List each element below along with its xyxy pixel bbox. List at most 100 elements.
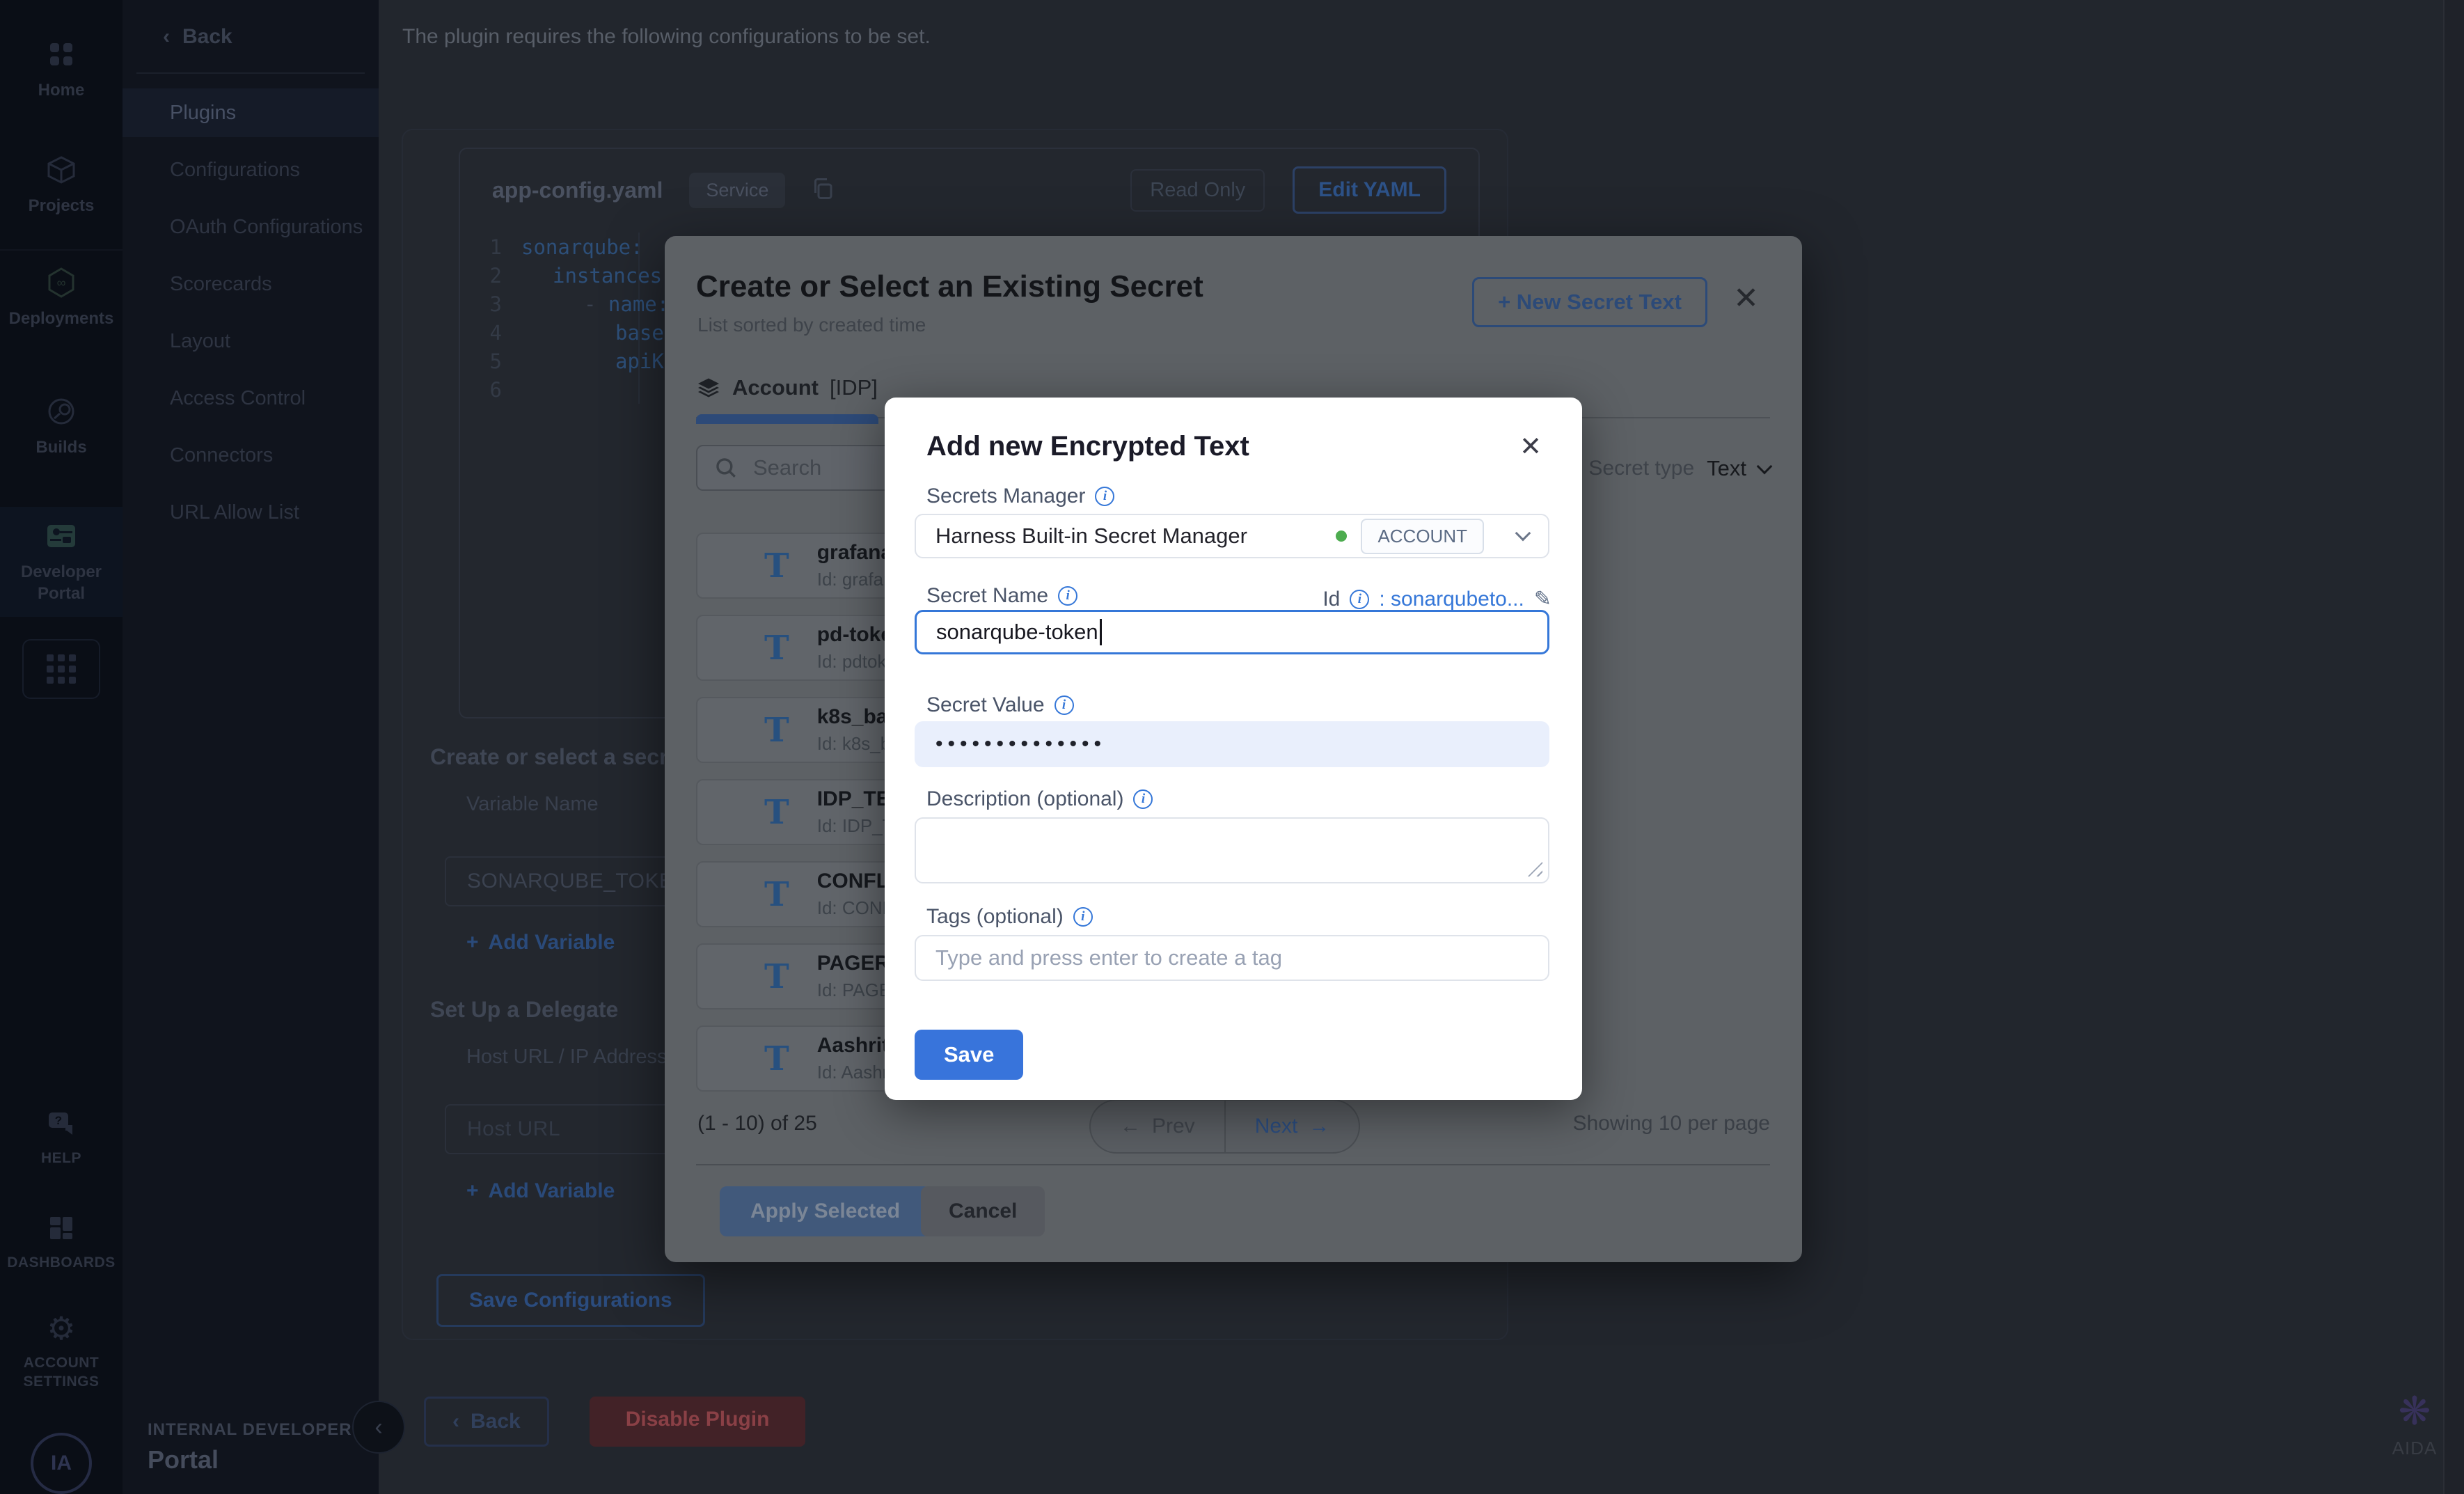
nav-item-help[interactable]: ? HELP [0, 1106, 123, 1167]
plus-icon: + [466, 1179, 479, 1203]
secret-type-value: Text [1707, 456, 1746, 481]
apps-grid-button[interactable] [22, 639, 100, 699]
nav-label: Deployments [9, 308, 114, 329]
info-icon[interactable]: i [1055, 695, 1074, 715]
dashboards-icon [43, 1210, 79, 1246]
sidebar-back-link[interactable]: ‹ Back [163, 25, 232, 49]
help-icon: ? [43, 1106, 79, 1142]
nav-label: ACCOUNT SETTINGS [16, 1353, 106, 1392]
next-page-button[interactable]: Next → [1226, 1101, 1359, 1152]
disable-plugin-button[interactable]: Disable Plugin [590, 1397, 806, 1447]
variable-name-value: SONARQUBE_TOKEN [467, 870, 689, 893]
sidebar-menu: Plugins Configurations OAuth Configurati… [123, 88, 379, 545]
search-placeholder: Search [753, 455, 821, 480]
nav-item-deployments[interactable]: ∞ Deployments [0, 265, 123, 329]
new-secret-text-button[interactable]: + New Secret Text [1472, 277, 1707, 327]
nav-item-projects[interactable]: Projects [0, 152, 123, 217]
pager: ← Prev Next → [1089, 1099, 1360, 1154]
sidebar-item-oauth-configurations[interactable]: OAuth Configurations [123, 203, 379, 251]
sidebar-item-configurations[interactable]: Configurations [123, 146, 379, 194]
aida-widget[interactable]: ❋ AIDA [2376, 1392, 2453, 1459]
add-variable-link[interactable]: + Add Variable [466, 931, 615, 954]
deployments-icon: ∞ [43, 265, 79, 301]
user-avatar[interactable]: IA [31, 1433, 92, 1494]
resize-handle-icon[interactable] [1527, 861, 1542, 876]
gear-icon: ⚙ [43, 1310, 79, 1346]
nav-item-builds[interactable]: Builds [0, 393, 123, 458]
prev-page-button[interactable]: ← Prev [1091, 1101, 1226, 1152]
nav-item-account-settings[interactable]: ⚙ ACCOUNT SETTINGS [0, 1310, 123, 1392]
menu-label: Layout [170, 330, 230, 353]
secret-value-input[interactable]: •••••••••••••• [915, 721, 1549, 767]
text-secret-icon: T [764, 714, 789, 747]
tags-field [915, 935, 1549, 981]
modal-title: Create or Select an Existing Secret [696, 269, 1203, 304]
page-scrollbar[interactable] [2443, 0, 2464, 1494]
sidebar-footer: INTERNAL DEVELOPER Portal [148, 1420, 352, 1475]
info-icon[interactable]: i [1095, 487, 1114, 506]
sidebar-item-access-control[interactable]: Access Control [123, 374, 379, 423]
id-value-link[interactable]: : sonarqubeto... [1379, 588, 1524, 611]
description-textarea[interactable] [915, 817, 1549, 883]
back-button[interactable]: ‹ Back [424, 1397, 549, 1447]
svg-text:?: ? [55, 1114, 62, 1127]
dialog-close-icon[interactable]: ✕ [1519, 434, 1542, 460]
add-variable-label: Add Variable [489, 931, 615, 954]
info-icon[interactable]: i [1058, 586, 1077, 606]
menu-label: URL Allow List [170, 501, 299, 524]
back-label: Back [182, 25, 232, 49]
save-configurations-button[interactable]: Save Configurations [436, 1274, 705, 1327]
dialog-title: Add new Encrypted Text [926, 431, 1249, 462]
home-icon [43, 36, 79, 72]
prev-label: Prev [1152, 1115, 1195, 1138]
nav-label: Home [38, 79, 85, 101]
info-icon[interactable]: i [1133, 789, 1153, 809]
sidebar-item-url-allow-list[interactable]: URL Allow List [123, 488, 379, 537]
footer-title: Portal [148, 1445, 352, 1475]
edit-yaml-button[interactable]: Edit YAML [1293, 166, 1446, 214]
text-caret [1100, 619, 1102, 645]
nav-label: Developer Portal [19, 561, 103, 604]
secrets-manager-select[interactable]: Harness Built-in Secret Manager ACCOUNT [915, 514, 1549, 558]
nav-item-dashboards[interactable]: DASHBOARDS [0, 1210, 123, 1272]
edit-pencil-icon[interactable]: ✎ [1534, 587, 1551, 611]
secret-name-input[interactable]: sonarqube-token [915, 610, 1549, 654]
tags-input[interactable] [916, 936, 1548, 980]
sidebar-item-scorecards[interactable]: Scorecards [123, 260, 379, 308]
menu-label: OAuth Configurations [170, 216, 363, 239]
cancel-button[interactable]: Cancel [921, 1186, 1045, 1236]
info-icon[interactable]: i [1350, 590, 1369, 609]
save-button[interactable]: Save [915, 1030, 1023, 1080]
info-icon[interactable]: i [1073, 907, 1093, 927]
secret-type-dropdown[interactable]: Secret type Text [1588, 456, 1770, 481]
nav-item-home[interactable]: Home [0, 36, 123, 101]
tab-label: Account [732, 375, 819, 400]
variable-name-label: Variable Name [466, 793, 599, 816]
developer-portal-icon [43, 518, 79, 554]
text-secret-icon: T [764, 1042, 789, 1076]
description-label: Description (optional)i [926, 787, 1153, 811]
sidebar-item-connectors[interactable]: Connectors [123, 431, 379, 480]
layers-icon [696, 375, 721, 400]
menu-label: Scorecards [170, 273, 272, 296]
sidebar-item-layout[interactable]: Layout [123, 317, 379, 365]
modal-close-icon[interactable]: ✕ [1733, 283, 1759, 314]
footer-kicker: INTERNAL DEVELOPER [148, 1420, 352, 1440]
grid-icon [47, 654, 76, 684]
arrow-left-icon: ← [1120, 1115, 1141, 1138]
add-variable-link-2[interactable]: + Add Variable [466, 1179, 615, 1203]
copy-icon[interactable] [810, 176, 835, 205]
app-root: Home Projects ∞ Deployments Builds Devel [0, 0, 2464, 1494]
chevron-left-icon: ‹ [374, 1414, 382, 1441]
sidebar-item-plugins[interactable]: Plugins [123, 88, 379, 137]
plus-icon: + [466, 931, 479, 954]
yaml-filename: app-config.yaml [492, 178, 663, 203]
active-tab-underline [696, 414, 878, 424]
sidebar-collapse-button[interactable]: ‹ [352, 1401, 405, 1454]
sidebar-divider [136, 72, 365, 74]
tab-account-idp[interactable]: Account [IDP] [696, 375, 878, 400]
tab-suffix: [IDP] [830, 375, 878, 400]
apply-selected-button[interactable]: Apply Selected [720, 1186, 931, 1236]
masked-value: •••••••••••••• [935, 732, 1106, 756]
nav-item-developer-portal[interactable]: Developer Portal [0, 507, 123, 617]
